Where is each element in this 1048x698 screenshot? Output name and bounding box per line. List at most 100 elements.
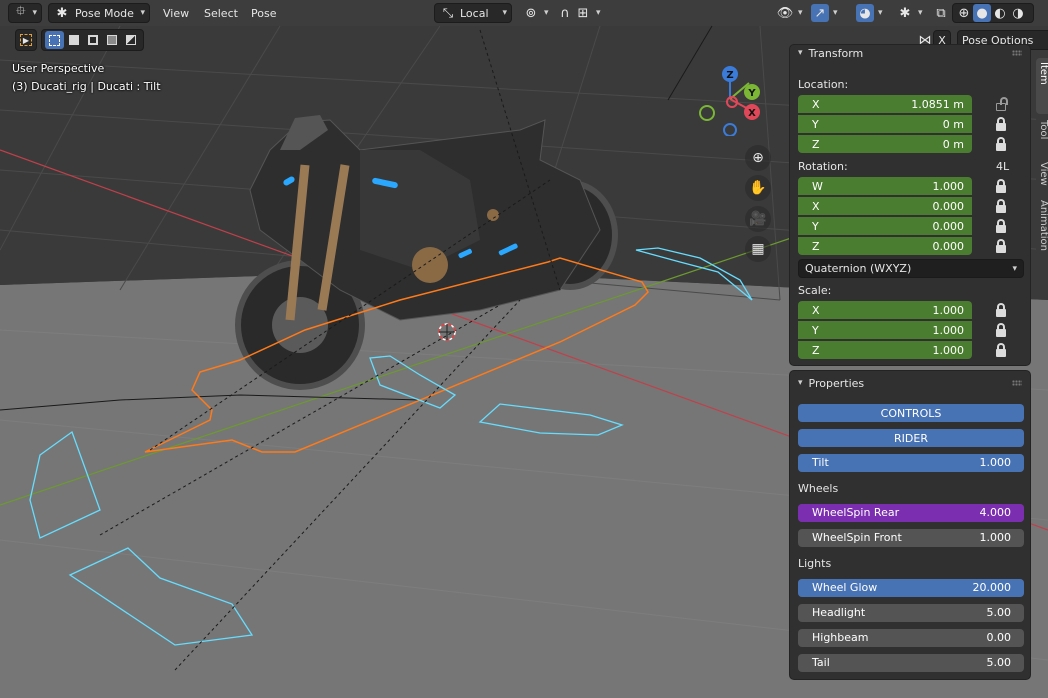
tab-animation[interactable]: Animation <box>1036 196 1048 262</box>
rotation-z-field[interactable]: Z 0.000 <box>798 237 972 255</box>
editor-type-button[interactable]: ⯐ ▾ <box>8 3 42 23</box>
collapse-arrow-icon: ▾ <box>798 48 803 58</box>
location-y-field[interactable]: Y0 m <box>798 115 972 133</box>
select-intersect-icon[interactable] <box>121 31 140 49</box>
drag-handle-icon[interactable] <box>1012 50 1022 56</box>
chevron-down-icon: ▾ <box>833 8 838 18</box>
transform-gizmo-icon: ⯐ <box>15 4 26 19</box>
scale-z-lock-icon[interactable] <box>995 343 1007 357</box>
location-x-unlock-icon[interactable] <box>995 97 1008 111</box>
3d-cursor[interactable] <box>438 323 456 341</box>
solid-shading-icon[interactable]: ● <box>973 4 991 22</box>
headlight-value: 5.00 <box>986 606 1012 619</box>
wheel-glow-label: Wheel Glow <box>812 581 878 594</box>
wheel-glow-slider[interactable]: Wheel Glow 20.000 <box>798 579 1024 597</box>
rotation-4l-toggle[interactable]: 4L <box>996 160 1009 173</box>
properties-title: Properties <box>808 376 865 390</box>
rotation-y-lock-icon[interactable] <box>995 219 1007 233</box>
tab-item[interactable]: Item <box>1036 58 1048 114</box>
camera-view-button[interactable]: 🎥 <box>745 206 771 232</box>
drag-handle-icon[interactable] <box>1012 380 1022 386</box>
snap-button[interactable]: ∩ ⊞ ▾ <box>550 3 607 23</box>
properties-panel-header[interactable]: ▾ Properties <box>790 371 1030 395</box>
zoom-button[interactable]: ⊕ <box>745 145 771 171</box>
rotation-x-lock-icon[interactable] <box>995 199 1007 213</box>
transform-orientation-selector[interactable]: ⤡ Local ▾ <box>434 3 512 23</box>
scale-z-field[interactable]: Z 1.000 <box>798 341 972 359</box>
tail-value: 5.00 <box>986 656 1012 669</box>
headlight-slider[interactable]: Headlight 5.00 <box>798 604 1024 622</box>
highbeam-slider[interactable]: Highbeam 0.00 <box>798 629 1024 647</box>
chevron-down-icon: ▾ <box>502 8 507 18</box>
chevron-down-icon: ▾ <box>918 8 923 18</box>
gizmo-y-label: Y <box>747 88 756 99</box>
chevron-down-icon: ▾ <box>596 8 601 18</box>
chevron-down-icon: ▾ <box>1012 263 1017 274</box>
select-new-icon[interactable] <box>45 31 64 49</box>
tab-view[interactable]: View <box>1036 158 1048 194</box>
wheelspin-front-label: WheelSpin Front <box>812 531 902 544</box>
rendered-shading-icon[interactable]: ◑ <box>1009 4 1027 22</box>
wheel-glow-value: 20.000 <box>972 581 1012 594</box>
visibility-icon: 👁 <box>776 5 794 21</box>
tilt-slider[interactable]: Tilt 1.000 <box>798 454 1024 472</box>
shading-mode-group[interactable]: ⊕ ● ◐ ◑ <box>952 3 1034 23</box>
rotation-w-field[interactable]: W 1.000 <box>798 177 972 195</box>
chevron-down-icon: ▾ <box>140 8 145 18</box>
scale-x-field[interactable]: X 1.000 <box>798 301 972 319</box>
rotation-mode-dropdown[interactable]: Quaternion (WXYZ) ▾ <box>798 259 1024 278</box>
scale-x-lock-icon[interactable] <box>995 303 1007 317</box>
bone-overlay-button[interactable]: ✱ ▾ <box>890 3 929 23</box>
wheelspin-rear-slider[interactable]: WheelSpin Rear 4.000 <box>798 504 1024 522</box>
active-tool-button[interactable]: ▶ <box>15 29 37 51</box>
location-y-lock-icon[interactable] <box>995 117 1007 131</box>
chevron-down-icon: ▾ <box>544 8 549 18</box>
scale-y-lock-icon[interactable] <box>995 323 1007 337</box>
wheelspin-front-slider[interactable]: WheelSpin Front 1.000 <box>798 529 1024 547</box>
scale-y-field[interactable]: Y 1.000 <box>798 321 972 339</box>
gizmo-z-label: Z <box>726 70 733 81</box>
menu-select[interactable]: Select <box>198 3 244 23</box>
overlay-toggle[interactable]: ◕ ▾ <box>850 3 889 23</box>
selection-mode-group[interactable] <box>41 29 144 51</box>
gizmo-x-label: X <box>748 108 756 119</box>
tab-tool[interactable]: Tool <box>1036 116 1048 156</box>
select-extend-icon[interactable] <box>64 31 83 49</box>
material-shading-icon[interactable]: ◐ <box>991 4 1009 22</box>
gizmo-neg-y-axis[interactable] <box>699 105 715 121</box>
navigation-gizmo[interactable]: Z Y X <box>697 66 767 136</box>
wheelspin-rear-label: WheelSpin Rear <box>812 506 900 519</box>
chevron-down-icon: ▾ <box>878 8 883 18</box>
rotation-y-field[interactable]: Y 0.000 <box>798 217 972 235</box>
pan-button[interactable]: ✋ <box>745 175 771 201</box>
headlight-label: Headlight <box>812 606 866 619</box>
gizmo-neg-z-axis[interactable] <box>723 123 737 136</box>
wireframe-shading-icon[interactable]: ⊕ <box>955 4 973 22</box>
mode-selector[interactable]: ✱ Pose Mode ▾ <box>48 3 150 23</box>
menu-view[interactable]: View <box>157 3 195 23</box>
perspective-toggle-button[interactable]: ▦ <box>745 236 771 262</box>
gizmo-toggle[interactable]: ↗ ▾ <box>805 3 844 23</box>
scale-label: Scale: <box>798 284 832 297</box>
grid-icon: ▦ <box>751 241 765 257</box>
location-z-lock-icon[interactable] <box>995 137 1007 151</box>
rotation-w-lock-icon[interactable] <box>995 179 1007 193</box>
select-subtract-icon[interactable] <box>83 31 102 49</box>
pose-icon: ✱ <box>56 5 68 21</box>
pivot-point-button[interactable]: ⊚ ▾ <box>516 3 555 23</box>
tail-slider[interactable]: Tail 5.00 <box>798 654 1024 672</box>
visibility-button[interactable]: 👁 ▾ <box>770 3 809 23</box>
gizmo-icon: ↗ <box>811 4 829 22</box>
rider-button[interactable]: RIDER <box>798 429 1024 447</box>
transform-panel-header[interactable]: ▾ Transform <box>790 43 1030 63</box>
collapse-arrow-icon: ▾ <box>798 378 803 388</box>
menu-pose[interactable]: Pose <box>245 3 282 23</box>
controls-button[interactable]: CONTROLS <box>798 404 1024 422</box>
rotation-mode-value: Quaternion (WXYZ) <box>805 262 912 275</box>
location-z-field[interactable]: Z0 m <box>798 135 972 153</box>
rotation-z-lock-icon[interactable] <box>995 239 1007 253</box>
select-invert-icon[interactable] <box>102 31 121 49</box>
location-x-field[interactable]: X 1.0851 m <box>798 95 972 113</box>
transform-title: Transform <box>808 46 864 60</box>
rotation-x-field[interactable]: X 0.000 <box>798 197 972 215</box>
